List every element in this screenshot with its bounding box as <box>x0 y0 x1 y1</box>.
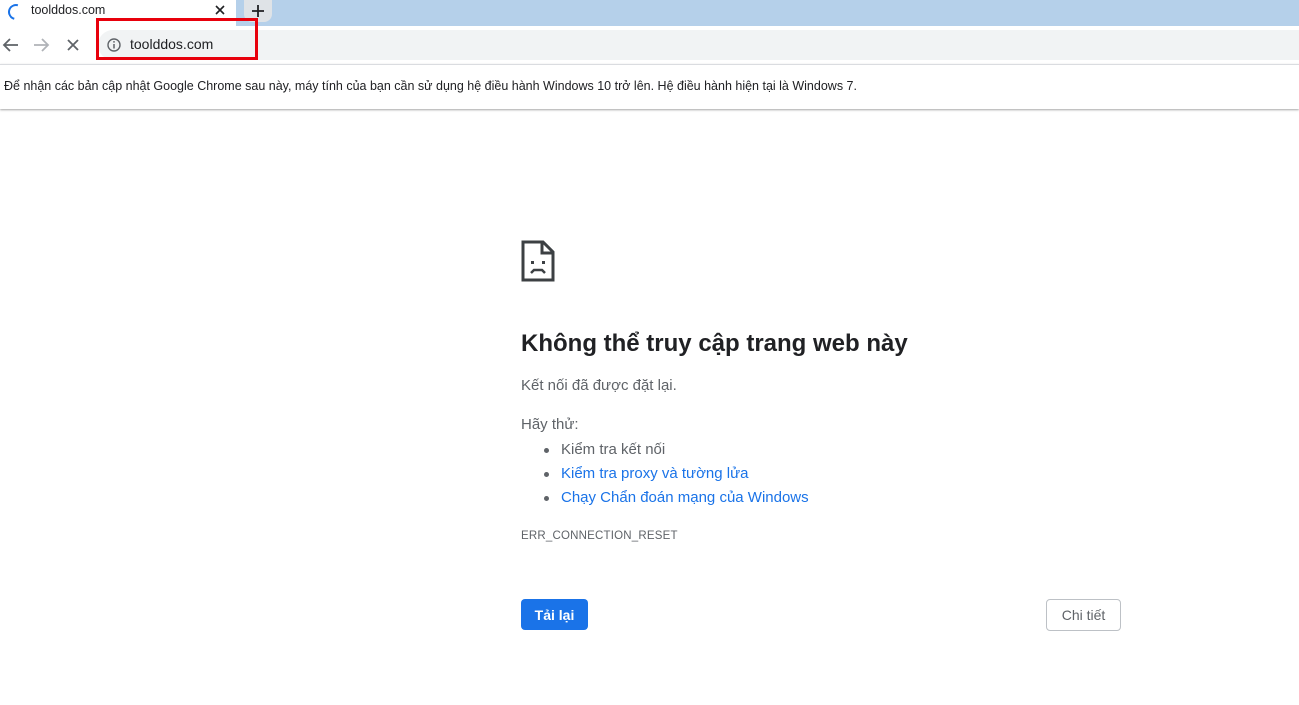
toolbar: toolddos.com <box>0 26 1299 64</box>
tab-title: toolddos.com <box>31 3 106 17</box>
update-infobar: Để nhận các bản cập nhật Google Chrome s… <box>0 64 1299 109</box>
check-proxy-link[interactable]: Kiểm tra proxy và tường lửa <box>561 465 749 482</box>
infobar-message: Để nhận các bản cập nhật Google Chrome s… <box>4 79 857 93</box>
details-button[interactable]: Chi tiết <box>1046 599 1121 631</box>
suggestion-network-diagnostics: Chạy Chẩn đoán mạng của Windows <box>521 488 809 512</box>
reload-button[interactable]: Tải lại <box>521 599 588 630</box>
error-description: Kết nối đã được đặt lại. <box>521 377 677 394</box>
forward-arrow-icon[interactable] <box>31 35 51 55</box>
site-info-icon[interactable] <box>107 38 121 52</box>
url-text[interactable]: toolddos.com <box>130 36 213 52</box>
loading-spinner-icon <box>5 1 27 23</box>
address-bar[interactable]: toolddos.com <box>98 30 1299 60</box>
network-diagnostics-link[interactable]: Chạy Chẩn đoán mạng của Windows <box>561 489 809 506</box>
new-tab-button[interactable] <box>244 0 272 22</box>
suggestions-list: Kiểm tra kết nối Kiểm tra proxy và tường… <box>521 440 809 512</box>
error-title: Không thể truy cập trang web này <box>521 330 908 357</box>
suggestion-check-proxy: Kiểm tra proxy và tường lửa <box>521 464 809 488</box>
tab-close-icon[interactable] <box>212 2 228 18</box>
stop-loading-icon[interactable] <box>63 35 83 55</box>
sad-document-icon <box>521 240 555 282</box>
error-code: ERR_CONNECTION_RESET <box>521 530 678 542</box>
plus-icon <box>252 5 264 17</box>
back-arrow-icon[interactable] <box>1 35 21 55</box>
suggestion-check-connection: Kiểm tra kết nối <box>521 440 809 464</box>
tab-active[interactable]: toolddos.com <box>0 0 236 26</box>
tab-strip: toolddos.com <box>0 0 1299 26</box>
try-label: Hãy thử: <box>521 416 579 433</box>
